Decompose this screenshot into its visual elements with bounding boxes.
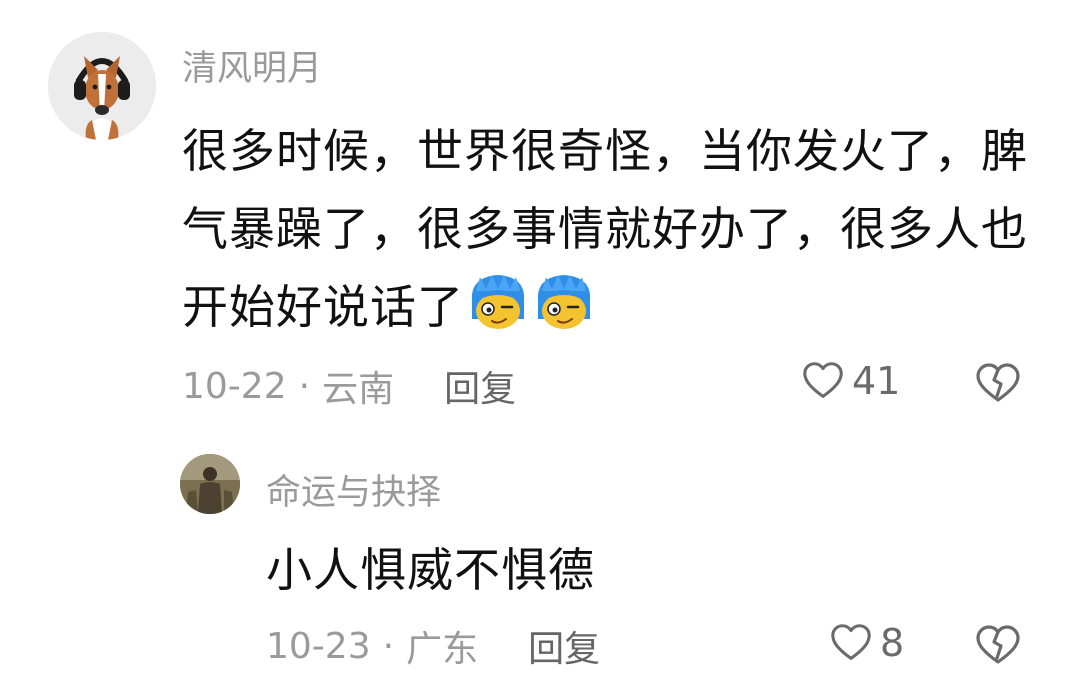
comment-date: 10-23 <box>266 625 371 667</box>
broken-heart-icon <box>976 363 1020 402</box>
comment-item: 清风明月 很多时候，世界很奇怪，当你发火了，脾气暴躁了，很多事情就好办了，很多人… <box>0 0 1080 430</box>
comment-text: 小人惧威不惧德 <box>266 543 595 597</box>
comment-date: 10-22 <box>182 365 287 407</box>
separator-dot: · <box>298 365 311 407</box>
comment-location: 云南 <box>322 369 395 410</box>
separator-dot: · <box>382 625 395 667</box>
comment-location: 广东 <box>406 629 479 670</box>
dislike-button[interactable] <box>974 360 1022 410</box>
reply-button[interactable]: 回复 <box>528 620 600 672</box>
heart-icon <box>831 624 871 660</box>
broken-heart-icon <box>976 625 1020 664</box>
avatar[interactable] <box>180 454 240 514</box>
username[interactable]: 命运与抉择 <box>266 464 441 515</box>
avatar[interactable] <box>48 32 156 140</box>
blue-hair-face-emoji <box>466 271 530 335</box>
comment-text: 很多时候，世界很奇怪，当你发火了，脾气暴躁了，很多事情就好办了，很多人也开始好说… <box>182 112 1042 346</box>
like-count: 41 <box>852 359 901 403</box>
comment-meta: 10-23 · 广东 回复 <box>266 620 600 672</box>
blue-hair-face-emoji <box>532 271 596 335</box>
reply-button[interactable]: 回复 <box>444 360 516 412</box>
like-button[interactable]: 8 <box>828 620 904 666</box>
username[interactable]: 清风明月 <box>182 40 322 91</box>
like-button[interactable]: 41 <box>800 358 900 404</box>
comment-meta: 10-22 · 云南 回复 <box>182 360 516 412</box>
like-count: 8 <box>880 621 905 665</box>
dislike-button[interactable] <box>974 622 1022 672</box>
reply-comment-item: 命运与抉择 小人惧威不惧德 10-23 · 广东 回复 8 <box>0 430 1080 677</box>
heart-icon <box>803 362 843 398</box>
comment-body: 很多时候，世界很奇怪，当你发火了，脾气暴躁了，很多事情就好办了，很多人也开始好说… <box>182 124 1028 334</box>
